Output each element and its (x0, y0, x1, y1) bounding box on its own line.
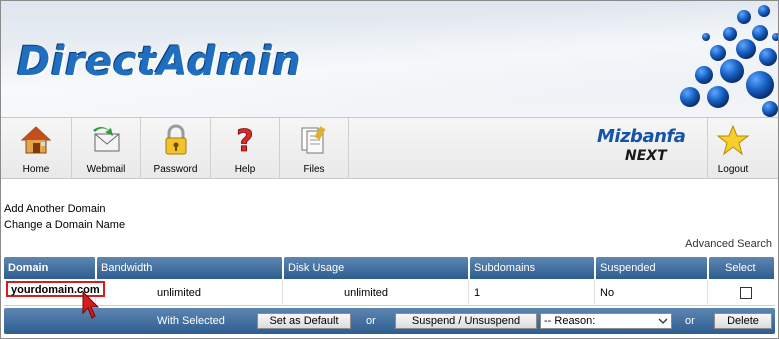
svg-text:?: ? (236, 124, 253, 156)
bubbles-decoration (680, 5, 778, 117)
webmail-icon (93, 127, 120, 152)
brand-name: Mizbanfa (597, 126, 686, 147)
star-icon (716, 124, 750, 156)
suspended-cell: No (596, 280, 708, 306)
set-default-button[interactable]: Set as Default (257, 313, 351, 329)
mizbanfa-brand: Mizbanfa NEXT (597, 126, 707, 170)
change-domain-link[interactable]: Change a Domain Name (4, 217, 125, 233)
toolbar-help[interactable]: ? Help (211, 118, 279, 179)
toolbar-logout[interactable]: Logout (708, 118, 758, 179)
main-toolbar: Home Webmail Password ? Help Files Mizba… (1, 117, 778, 179)
or-label: or (685, 315, 695, 327)
reason-select[interactable]: -- Reason: (540, 313, 672, 329)
toolbar-home[interactable]: Home (1, 118, 71, 179)
pointer-arrow-icon (82, 291, 100, 319)
subdomains-cell: 1 (470, 280, 595, 306)
toolbar-separator (348, 118, 349, 179)
column-header-disk-usage[interactable]: Disk Usage (284, 257, 469, 279)
column-header-suspended[interactable]: Suspended (596, 257, 708, 279)
domains-table-header: Domain Bandwidth Disk Usage Subdomains S… (4, 257, 775, 279)
column-header-subdomains[interactable]: Subdomains (470, 257, 595, 279)
domain-links: Add Another Domain Change a Domain Name (4, 201, 125, 233)
directadmin-window: DirectAdmin Home Webmail Password ? Help… (0, 0, 779, 339)
with-selected-label: With Selected (157, 315, 225, 327)
select-checkbox[interactable] (740, 287, 752, 299)
advanced-search-link[interactable]: Advanced Search (685, 238, 772, 250)
suspend-unsuspend-button[interactable]: Suspend / Unsuspend (395, 313, 537, 329)
brand-tagline: NEXT (625, 148, 667, 164)
column-header-bandwidth[interactable]: Bandwidth (97, 257, 283, 279)
toolbar-password[interactable]: Password (141, 118, 210, 179)
directadmin-logo[interactable]: DirectAdmin (17, 39, 301, 85)
toolbar-webmail[interactable]: Webmail (72, 118, 140, 179)
reason-select-value: -- Reason: (544, 315, 596, 327)
toolbar-files[interactable]: Files (280, 118, 348, 179)
header-banner: DirectAdmin (1, 1, 778, 117)
question-icon: ? (236, 124, 254, 156)
column-header-select: Select (709, 257, 775, 279)
padlock-icon (165, 124, 186, 155)
disk-usage-cell: unlimited (284, 280, 469, 306)
bulk-action-bar: With Selected Set as Default or Suspend … (4, 308, 775, 334)
chevron-down-icon (658, 318, 668, 324)
bandwidth-cell: unlimited (97, 280, 283, 306)
column-header-domain[interactable]: Domain (4, 257, 96, 279)
add-domain-link[interactable]: Add Another Domain (4, 201, 125, 217)
files-icon (301, 126, 326, 154)
delete-button[interactable]: Delete (714, 313, 772, 329)
table-row: yourdomain.com unlimited unlimited 1 No (4, 280, 775, 306)
or-label: or (366, 315, 376, 327)
home-icon (20, 126, 52, 154)
